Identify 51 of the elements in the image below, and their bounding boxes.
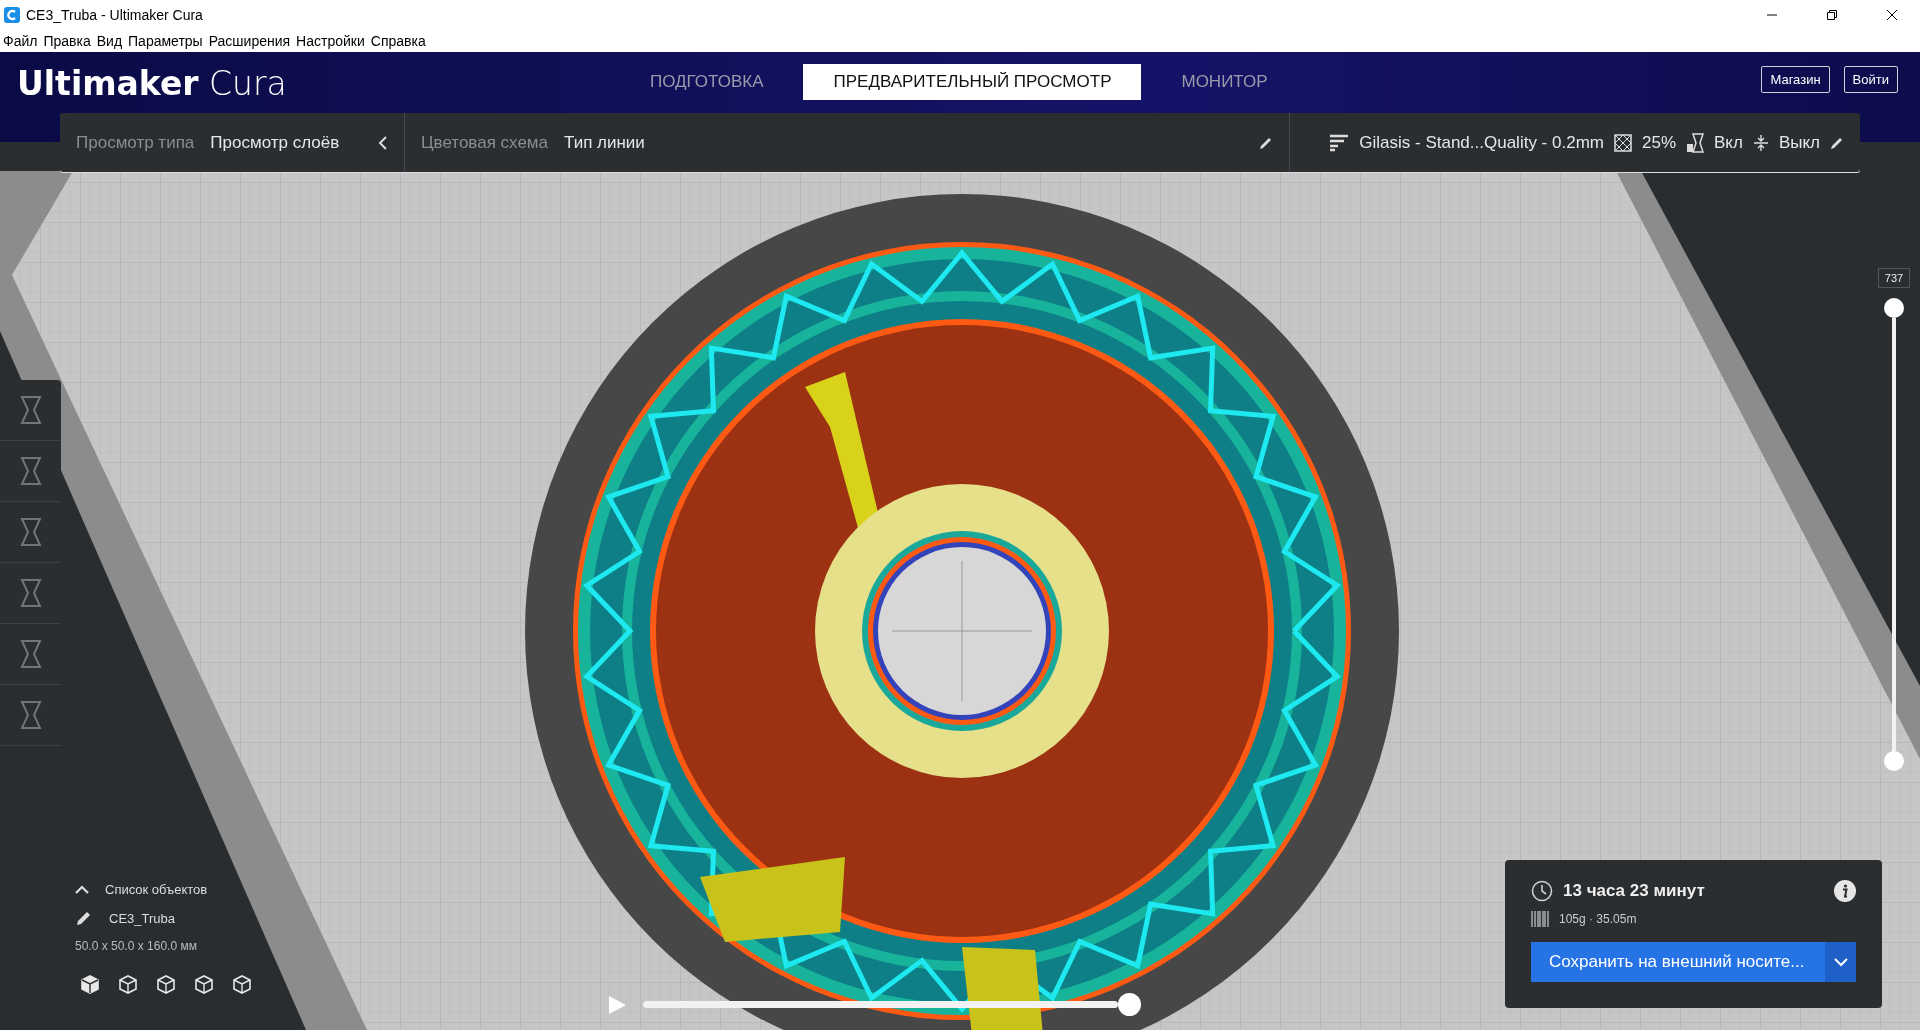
menu-item[interactable]: Расширения (208, 33, 291, 49)
cube-view-button[interactable] (231, 973, 253, 995)
close-icon[interactable] (1886, 9, 1898, 21)
menu-item[interactable]: Файл (3, 33, 38, 49)
profile-icon (1329, 133, 1350, 152)
pencil-icon (75, 909, 93, 927)
layer-number-label: 737 (1877, 268, 1911, 288)
menu-item[interactable]: Вид (96, 33, 123, 49)
cube-view-button[interactable] (117, 973, 139, 995)
stage-tab[interactable]: МОНИТОР (1151, 64, 1298, 100)
clock-icon (1531, 880, 1553, 902)
color-scheme-label: Цветовая схема (421, 132, 548, 153)
chevron-left-icon[interactable] (378, 135, 388, 150)
info-icon[interactable] (1834, 880, 1856, 902)
save-options-button[interactable] (1825, 942, 1856, 982)
view-type-label: Просмотр типа (76, 132, 195, 153)
stage-tab[interactable]: ПРЕДВАРИТЕЛЬНЫЙ ПРОСМОТР (803, 64, 1142, 100)
barcode-icon (1531, 910, 1549, 928)
print-time: 13 часа 23 минут (1563, 881, 1705, 901)
object-list-title[interactable]: Список объектов (105, 882, 208, 897)
app-logo-icon (4, 7, 20, 23)
infill-value[interactable]: 25% (1641, 132, 1676, 153)
object-name[interactable]: CE3_Truba (109, 910, 175, 926)
cube-view-button[interactable] (155, 973, 177, 995)
save-button[interactable]: Сохранить на внешний носите... (1531, 942, 1825, 982)
pencil-icon[interactable] (1830, 135, 1844, 150)
header-button[interactable]: Магазин (1761, 66, 1830, 93)
adhesion-value[interactable]: Выкл (1778, 132, 1820, 153)
adhesion-icon (1752, 133, 1769, 152)
window-title: CE3_Truba - Ultimaker Cura (26, 7, 203, 23)
menu-item[interactable]: Настройки (296, 33, 365, 49)
print-profile[interactable]: Gilasis - Stand...Quality - 0.2mm (1359, 132, 1604, 153)
stage-tab[interactable]: ПОДГОТОВКА (620, 64, 794, 100)
support-value[interactable]: Вкл (1714, 132, 1743, 153)
object-dimensions: 50.0 x 50.0 x 160.0 мм (75, 939, 198, 953)
header-button[interactable]: Войти (1843, 66, 1898, 93)
material-usage: 105g · 35.05m (1559, 912, 1637, 926)
pencil-icon[interactable] (1259, 135, 1273, 150)
menu-item[interactable]: Справка (370, 33, 426, 49)
restore-icon[interactable] (1826, 9, 1838, 21)
cube-view-button[interactable] (79, 973, 101, 995)
app-logo: Ultimaker Cura (17, 64, 287, 103)
color-scheme-dropdown[interactable]: Тип линии (564, 132, 645, 153)
chevron-up-icon[interactable] (75, 885, 89, 894)
infill-icon (1613, 133, 1632, 152)
cube-view-button[interactable] (193, 973, 215, 995)
chevron-down-icon (1833, 957, 1848, 967)
view-type-dropdown[interactable]: Просмотр слоёв (210, 132, 340, 153)
menu-item[interactable]: Правка (43, 33, 91, 49)
support-icon (1686, 132, 1704, 153)
menu-item[interactable]: Параметры (128, 33, 203, 49)
